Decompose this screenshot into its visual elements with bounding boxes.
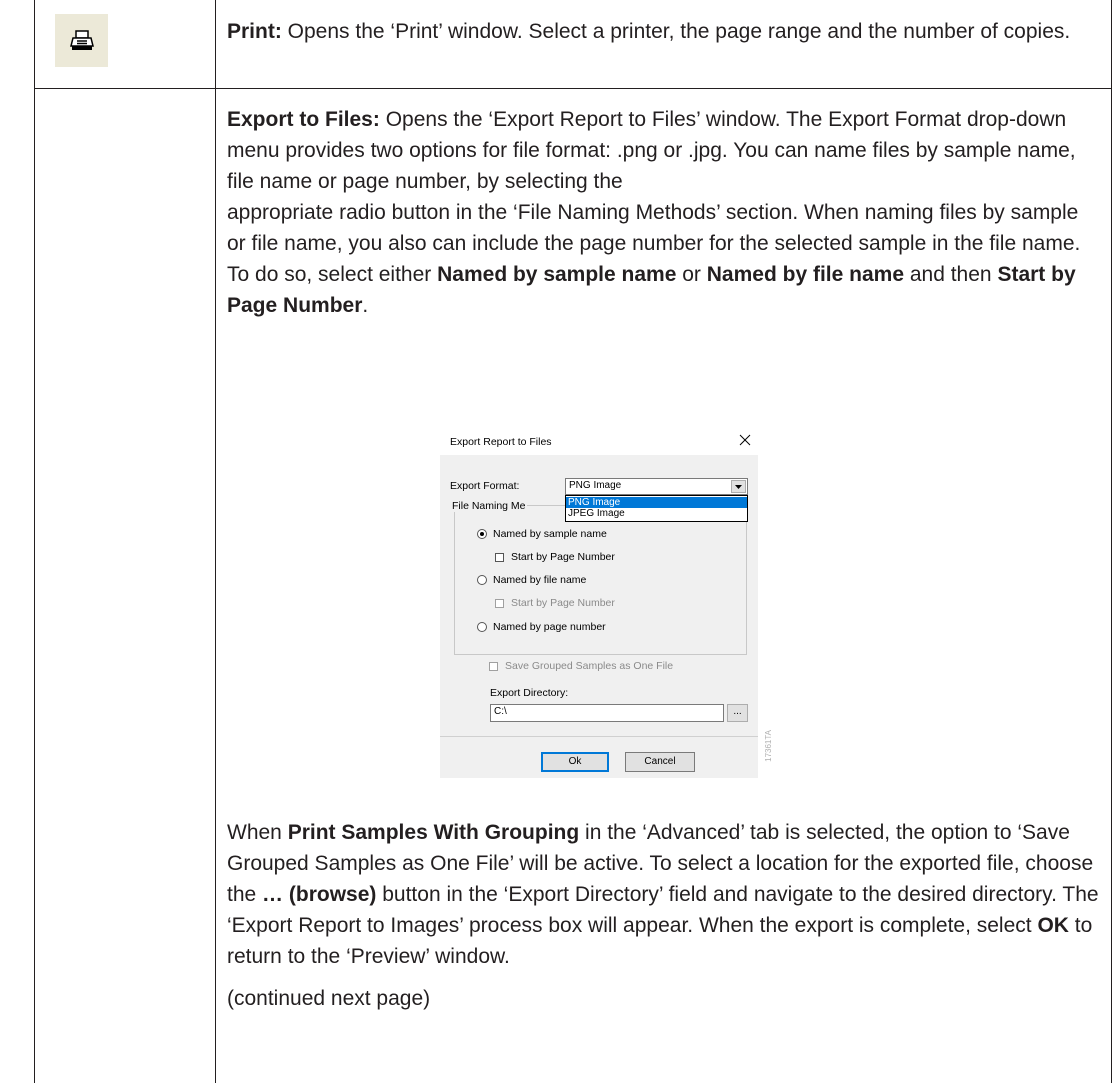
radio-named-by-file[interactable]	[477, 575, 487, 585]
print-description: Print: Opens the ‘Print’ window. Select …	[227, 16, 1099, 47]
export-format-select[interactable]: PNG Image	[565, 478, 748, 495]
export-directory-value: C:\	[494, 706, 507, 717]
bold-named-sample: Named by sample name	[437, 263, 677, 286]
row-divider	[35, 88, 1111, 89]
text-period: .	[362, 294, 369, 317]
text-or: or	[682, 263, 701, 286]
export-report-dialog: Export Report to Files Export Format: PN…	[440, 428, 758, 778]
bold-ok: OK	[1037, 914, 1069, 937]
close-icon[interactable]	[737, 432, 753, 448]
checkbox-save-grouped[interactable]	[489, 662, 498, 671]
print-text: Opens the ‘Print’ window. Select a print…	[287, 20, 1071, 43]
chevron-down-icon[interactable]	[731, 480, 746, 493]
export-description: Export to Files: Opens the ‘Export Repor…	[227, 104, 1099, 321]
export-format-value: PNG Image	[569, 480, 622, 491]
cancel-button[interactable]: Cancel	[625, 752, 695, 772]
text-and-then: and then	[909, 263, 992, 286]
dialog-footer-divider	[440, 736, 758, 737]
para2-a: When	[227, 821, 282, 844]
figure-id: 17361TA	[764, 730, 773, 762]
radio-named-by-page[interactable]	[477, 622, 487, 632]
checkbox-start-page-2[interactable]	[495, 599, 504, 608]
export-directory-input[interactable]: C:\	[490, 704, 724, 722]
dialog-titlebar: Export Report to Files	[440, 428, 758, 455]
radio-named-by-sample[interactable]	[477, 529, 487, 539]
checkbox-start-page-1[interactable]	[495, 553, 504, 562]
print-title: Print:	[227, 20, 282, 43]
checkbox-start-page-2-label: Start by Page Number	[511, 597, 615, 609]
radio-named-by-sample-label: Named by sample name	[493, 528, 607, 540]
export-title: Export to Files:	[227, 108, 380, 131]
dropdown-option-png[interactable]: PNG Image	[566, 497, 747, 508]
browse-button[interactable]: ...	[727, 704, 748, 722]
ok-button[interactable]: Ok	[541, 752, 609, 772]
continued-note: (continued next page)	[227, 987, 431, 1010]
radio-named-by-file-label: Named by file name	[493, 574, 587, 586]
dialog-title: Export Report to Files	[450, 436, 552, 448]
checkbox-start-page-1-label: Start by Page Number	[511, 551, 615, 563]
export-description-2: When Print Samples With Grouping in the …	[227, 817, 1099, 1014]
file-naming-label: File Naming Me	[451, 500, 527, 512]
export-format-label: Export Format:	[450, 480, 520, 492]
dropdown-option-jpeg[interactable]: JPEG Image	[566, 508, 747, 519]
bold-print-grouping: Print Samples With Grouping	[287, 821, 580, 844]
export-directory-label: Export Directory:	[490, 687, 569, 699]
export-format-dropdown[interactable]: PNG Image JPEG Image	[565, 495, 748, 522]
bold-named-file: Named by file name	[706, 263, 904, 286]
checkbox-save-grouped-label: Save Grouped Samples as One File	[505, 660, 674, 672]
column-divider	[215, 0, 216, 1083]
radio-named-by-page-label: Named by page number	[493, 621, 606, 633]
bold-browse: … (browse)	[262, 883, 377, 906]
printer-icon	[55, 14, 108, 67]
